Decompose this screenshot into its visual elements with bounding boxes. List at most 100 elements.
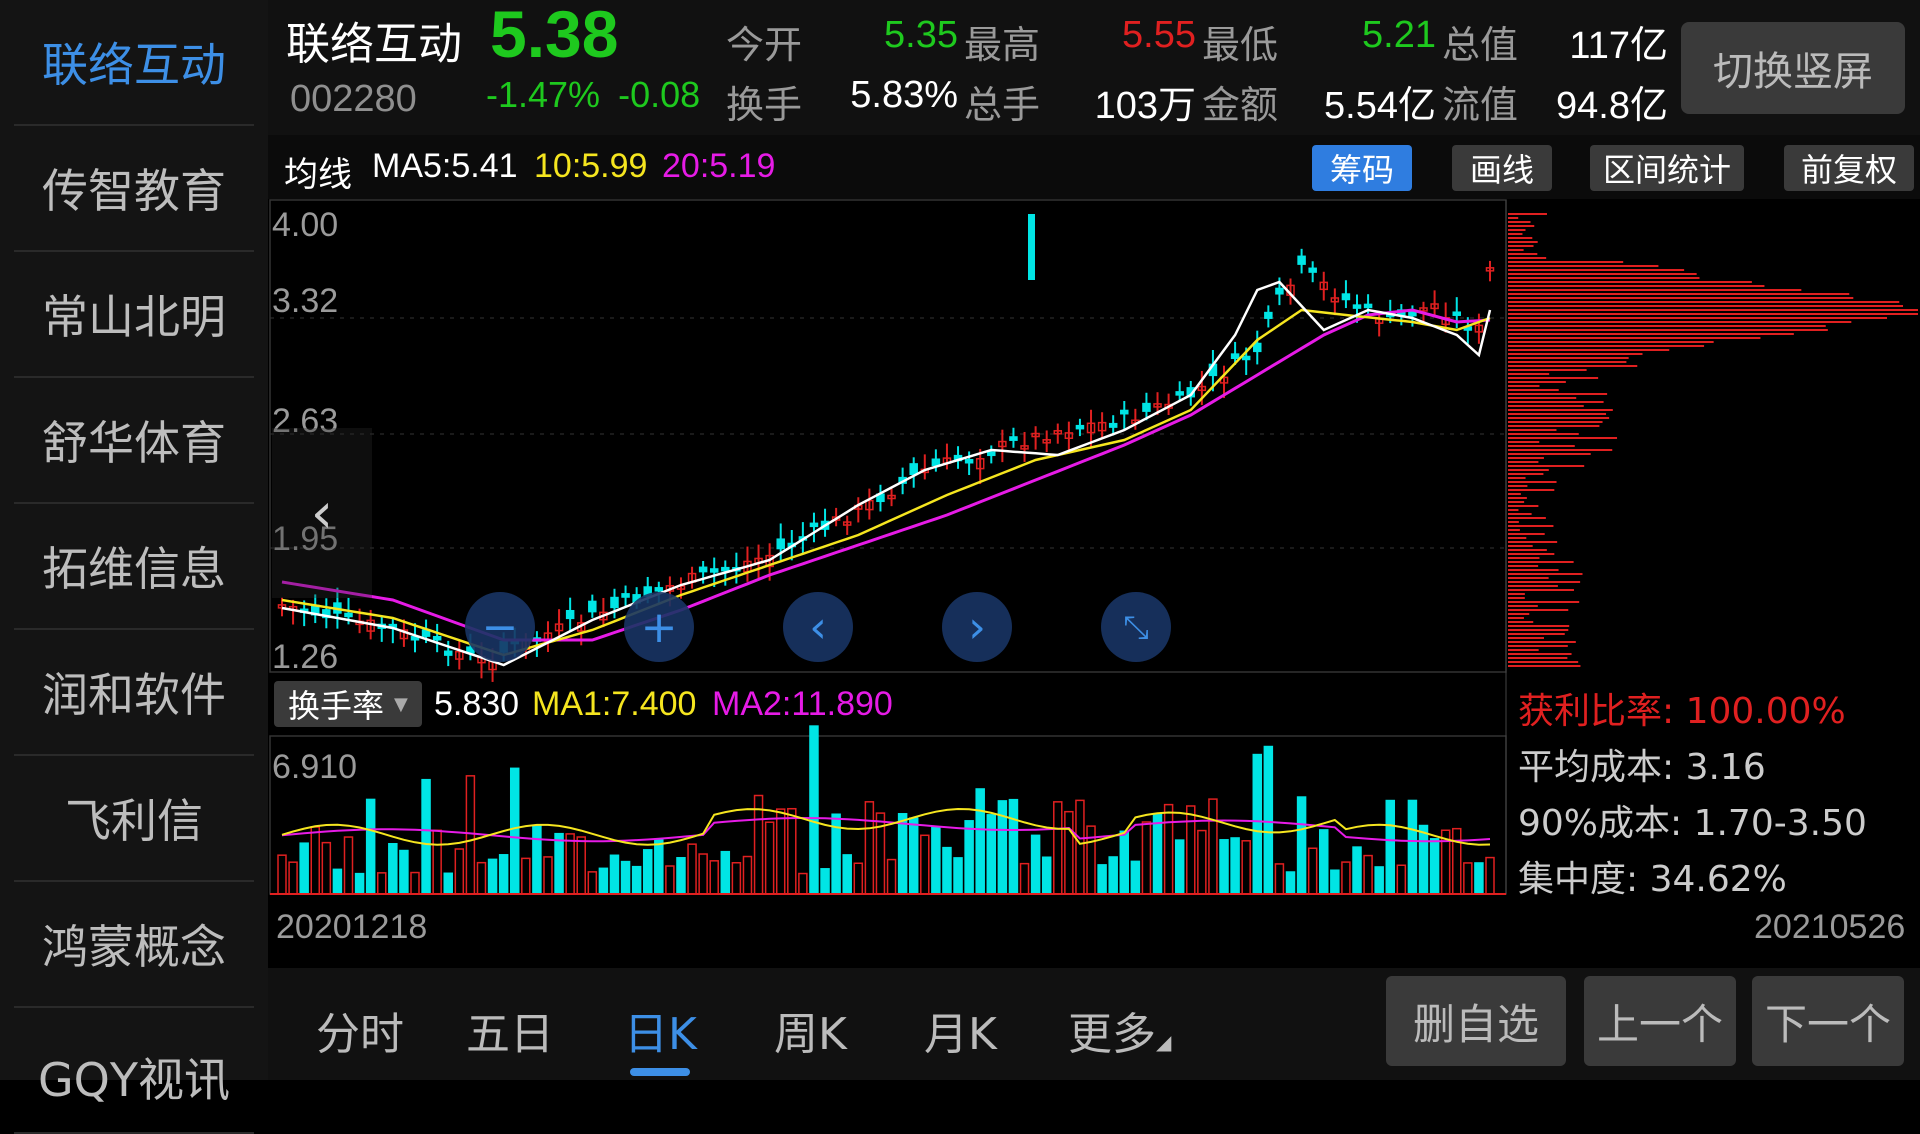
turnover-bar <box>820 868 830 895</box>
turnover-value: 5.830 <box>434 685 520 723</box>
turnover-bar <box>1319 829 1329 895</box>
concentration: 集中度: 34.62% <box>1518 859 1787 900</box>
turnover-bar <box>354 872 365 895</box>
turnover-bar <box>742 855 753 895</box>
turnover-bar <box>376 872 387 895</box>
turnover-bar <box>465 775 476 895</box>
turnover-bar <box>388 843 398 895</box>
turnover-bar <box>1485 856 1495 895</box>
candle-body <box>721 566 730 572</box>
prev-stock-button[interactable]: 上一个 <box>1584 976 1736 1066</box>
cost-90: 90%成本: 1.70-3.50 <box>1518 803 1867 844</box>
turnover-bar <box>1385 799 1396 895</box>
zoom-out-icon[interactable]: − <box>465 592 535 662</box>
candle-body <box>1253 342 1262 353</box>
turnover-bar <box>421 778 431 895</box>
tab-five-day[interactable]: 五日 <box>466 998 554 1062</box>
candle-body <box>621 593 630 598</box>
candle-body <box>344 612 353 618</box>
tab-daily-k[interactable]: 日K <box>624 998 697 1062</box>
indicator-select[interactable]: 换手率 ▼ <box>274 681 422 727</box>
turnover-bar <box>964 820 974 895</box>
turnover-bar <box>1352 846 1362 895</box>
turnover-bar <box>432 829 442 895</box>
active-tab-indicator <box>630 1068 690 1076</box>
turnover-bar <box>864 801 875 895</box>
indicator-label: 换手率 <box>288 687 385 725</box>
next-stock-button[interactable]: 下一个 <box>1752 976 1904 1066</box>
candle-body <box>709 568 719 573</box>
remove-watchlist-button[interactable]: 删自选 <box>1386 976 1566 1066</box>
candle-spike <box>1028 214 1035 280</box>
turnover-bar <box>931 826 941 895</box>
turnover-bar <box>1152 813 1163 895</box>
turnover-bar <box>1396 864 1407 895</box>
turnover-bar <box>1141 821 1152 895</box>
turnover-bar <box>532 824 542 895</box>
candle-body <box>1230 353 1240 360</box>
turnover-ma2: MA2:11.890 <box>712 685 893 723</box>
turnover-bar <box>1429 838 1440 895</box>
turnover-ma1-line <box>281 807 1491 846</box>
turnover-header: 换手率 ▼ 5.830 MA1:7.400 MA2:11.890 <box>268 673 1506 735</box>
turnover-bar <box>476 861 487 895</box>
turnover-bar <box>654 839 664 895</box>
turnover-bar <box>1274 863 1285 895</box>
collapse-icon[interactable]: ⤡ <box>1101 592 1171 662</box>
turnover-bar <box>554 832 564 895</box>
turnover-bar <box>1108 856 1118 895</box>
candle-body <box>588 600 597 613</box>
turnover-bar <box>1130 860 1141 895</box>
turnover-bar <box>1075 799 1085 895</box>
candle-body <box>909 463 918 476</box>
turnover-bar <box>343 836 354 895</box>
turnover-bar <box>1363 854 1373 895</box>
tab-weekly-k[interactable]: 周K <box>774 998 847 1062</box>
candle-body <box>565 609 575 620</box>
turnover-bar <box>1285 871 1296 895</box>
chart-grid <box>269 199 1507 895</box>
turnover-bar <box>454 848 465 895</box>
candle-body <box>1108 422 1118 428</box>
turnover-bar <box>798 872 808 895</box>
turnover-bar <box>631 865 642 895</box>
price-tick-1: 4.00 <box>272 206 339 244</box>
zoom-in-icon[interactable]: + <box>624 592 694 662</box>
ma10-line <box>281 308 1491 657</box>
turnover-bar <box>620 860 631 895</box>
candle-body <box>1275 287 1284 295</box>
turnover-bar <box>809 725 819 895</box>
turnover-bar <box>598 867 609 895</box>
turnover-bar <box>698 853 708 895</box>
turnover-bar <box>1041 856 1052 895</box>
tab-more[interactable]: 更多◢ <box>1068 998 1171 1062</box>
tab-intraday[interactable]: 分时 <box>316 998 404 1062</box>
turnover-bar <box>1030 834 1041 895</box>
turnover-bar <box>1008 798 1019 895</box>
turnover-bar <box>1330 869 1340 895</box>
turnover-bar <box>1086 825 1096 895</box>
turnover-bar <box>1418 824 1429 895</box>
candle-body <box>1297 255 1306 265</box>
turnover-bar <box>299 842 309 895</box>
turnover-bar <box>410 871 420 895</box>
turnover-bar <box>986 814 997 895</box>
turnover-bar <box>764 821 775 895</box>
turnover-bar <box>1019 862 1030 895</box>
scroll-left-handle[interactable]: ‹ <box>272 428 372 598</box>
turnover-bar <box>687 843 697 895</box>
turnover-bar <box>1252 753 1263 895</box>
candles <box>277 214 1495 682</box>
candle-body <box>776 538 785 550</box>
turnover-bar <box>565 833 575 895</box>
turnover-axis-top: 6.910 <box>272 748 358 786</box>
tab-monthly-k[interactable]: 月K <box>924 998 997 1062</box>
ma-lines <box>281 280 1492 667</box>
turnover-bar <box>1341 861 1351 895</box>
candle-body <box>698 566 708 573</box>
turnover-ma1: MA1:7.400 <box>532 685 697 723</box>
chevron-left-icon[interactable]: ‹ <box>783 592 853 662</box>
chevron-right-icon[interactable]: › <box>942 592 1012 662</box>
turnover-bar <box>332 868 343 895</box>
profit-ratio: 获利比率: 100.00% <box>1518 691 1846 732</box>
